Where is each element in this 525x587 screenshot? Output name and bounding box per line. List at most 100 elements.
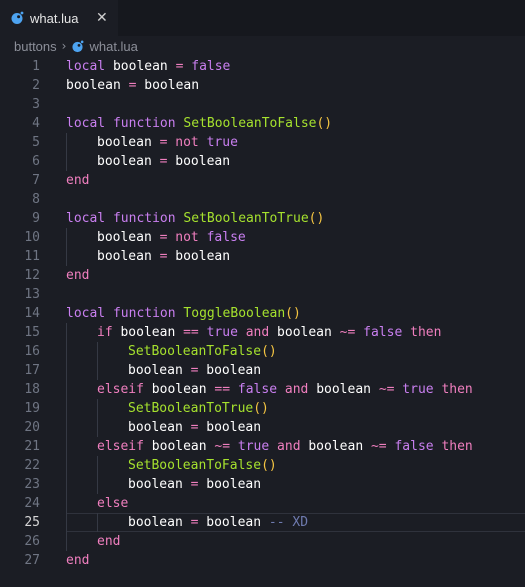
code-text: if boolean == true and boolean ~= false … — [97, 323, 441, 342]
code-text: boolean = boolean — [128, 418, 261, 437]
code-text: boolean = boolean — [128, 361, 261, 380]
code-token: function — [112, 211, 176, 226]
code-token: () — [253, 401, 269, 416]
indent-guide — [97, 361, 98, 380]
code-token: false — [237, 382, 278, 397]
indent-guide — [66, 247, 67, 266]
code-line[interactable]: 1 local boolean = false — [0, 57, 525, 76]
code-line[interactable]: 27 end — [0, 551, 525, 570]
code-text: end — [97, 532, 120, 551]
code-line[interactable]: 17 boolean = boolean — [0, 361, 525, 380]
code-token: boolean — [97, 154, 152, 169]
code-token: boolean — [97, 230, 152, 245]
code-token: boolean — [112, 59, 168, 74]
code-token: () — [285, 306, 301, 321]
line-number: 21 — [24, 439, 40, 454]
code-line[interactable]: 2 boolean = boolean — [0, 76, 525, 95]
indent-guide — [66, 456, 67, 475]
code-line[interactable]: 9 local function SetBooleanToTrue() — [0, 209, 525, 228]
tab-bar: what.lua ✕ — [0, 0, 525, 36]
line-number: 23 — [24, 477, 40, 492]
code-line[interactable]: 15 if boolean == true and boolean ~= fals… — [0, 323, 525, 342]
code-text: end — [66, 266, 89, 285]
code-token: then — [441, 382, 473, 397]
code-line[interactable]: 12 end — [0, 266, 525, 285]
code-token: if — [97, 325, 113, 340]
code-line[interactable]: 26 end — [0, 532, 525, 551]
code-token: ToggleBoolean — [183, 306, 286, 321]
code-token: and — [245, 325, 270, 340]
code-line[interactable]: 4 local function SetBooleanToFalse() — [0, 114, 525, 133]
code-token: ~= — [370, 439, 387, 454]
indent-guide — [66, 494, 67, 513]
code-token: SetBooleanToFalse — [183, 116, 317, 131]
code-token: not — [175, 135, 199, 150]
code-line[interactable]: 23 boolean = boolean — [0, 475, 525, 494]
line-number: 22 — [24, 458, 40, 473]
code-token: boolean — [144, 78, 200, 93]
indent-guide — [97, 418, 98, 437]
code-line[interactable]: 22 SetBooleanToFalse() — [0, 456, 525, 475]
code-line[interactable]: 3 — [0, 95, 525, 114]
code-line[interactable]: 6 boolean = boolean — [0, 152, 525, 171]
code-token: true — [206, 325, 238, 340]
code-token: false — [191, 59, 231, 74]
code-token: boolean — [175, 249, 231, 264]
code-token: boolean — [151, 382, 207, 397]
indent-guide — [97, 399, 98, 418]
code-line[interactable]: 14 local function ToggleBoolean() — [0, 304, 525, 323]
code-token: end — [66, 268, 90, 283]
code-line[interactable]: 10 boolean = not false — [0, 228, 525, 247]
code-line[interactable]: 24 else — [0, 494, 525, 513]
code-line[interactable]: 25 boolean = boolean -- XD — [0, 513, 525, 532]
code-line[interactable]: 20 boolean = boolean — [0, 418, 525, 437]
line-number: 2 — [32, 78, 40, 93]
code-token: end — [66, 173, 90, 188]
breadcrumb-folder[interactable]: buttons — [14, 39, 57, 54]
code-text: local function ToggleBoolean() — [66, 304, 301, 323]
code-editor[interactable]: 1 local boolean = false 2 boolean = boolean… — [0, 56, 525, 587]
line-number: 24 — [24, 496, 40, 511]
tab-what-lua[interactable]: what.lua ✕ — [0, 0, 118, 36]
code-line[interactable]: 18 elseif boolean == false and boolean ~=… — [0, 380, 525, 399]
breadcrumb: buttons › what.lua — [0, 36, 525, 56]
line-number: 7 — [32, 173, 40, 188]
code-line[interactable]: 16 SetBooleanToFalse() — [0, 342, 525, 361]
code-token: boolean — [316, 382, 371, 397]
code-line[interactable]: 11 boolean = boolean — [0, 247, 525, 266]
code-token: () — [261, 344, 277, 359]
code-text: elseif boolean == false and boolean ~= t… — [97, 380, 473, 399]
code-line[interactable]: 13 — [0, 285, 525, 304]
close-icon[interactable]: ✕ — [96, 9, 108, 27]
indent-guide — [66, 380, 67, 399]
code-line[interactable]: 5 boolean = not true — [0, 133, 525, 152]
lua-file-icon — [72, 40, 84, 52]
code-line[interactable]: 7 end — [0, 171, 525, 190]
code-line[interactable]: 8 — [0, 190, 525, 209]
indent-guide — [66, 532, 67, 551]
code-token: boolean — [206, 515, 262, 530]
code-line[interactable]: 21 elseif boolean ~= true and boolean ~= … — [0, 437, 525, 456]
indent-guide — [66, 133, 67, 152]
line-number: 5 — [32, 135, 40, 150]
code-token: elseif — [97, 382, 144, 397]
breadcrumb-file[interactable]: what.lua — [89, 39, 137, 54]
code-token: true — [206, 135, 238, 150]
code-line[interactable]: 19 SetBooleanToTrue() — [0, 399, 525, 418]
code-text: elseif boolean ~= true and boolean ~= fa… — [97, 437, 473, 456]
code-token: == — [183, 325, 199, 340]
code-token: -- XD — [268, 515, 309, 530]
line-number: 3 — [32, 97, 40, 112]
line-number: 10 — [24, 230, 40, 245]
